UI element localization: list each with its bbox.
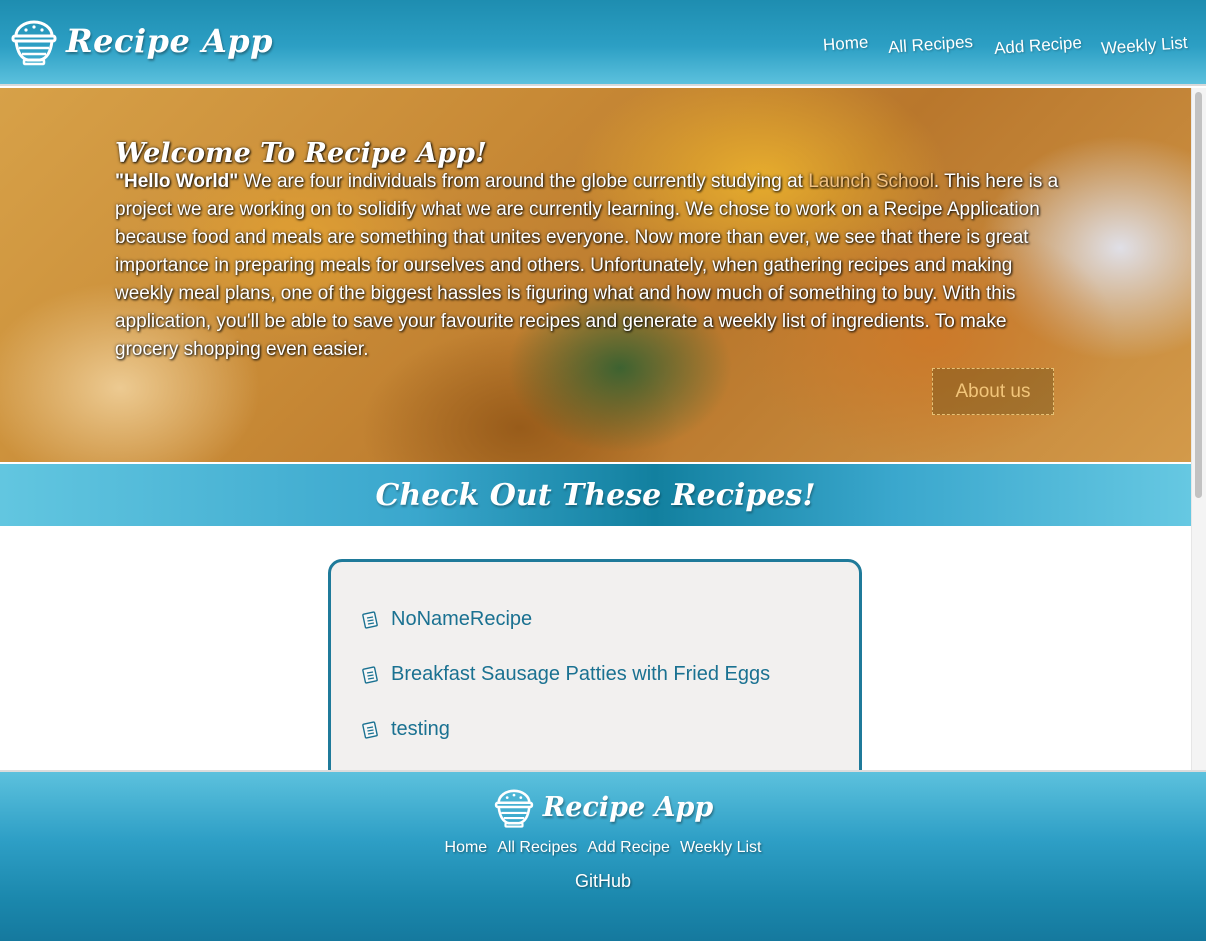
footer-nav-add-recipe[interactable]: Add Recipe xyxy=(587,839,670,857)
recipe-sheet-icon xyxy=(362,610,378,629)
list-item[interactable]: Breakfast Sausage Patties with Fried Egg… xyxy=(361,663,770,686)
list-item[interactable]: testing xyxy=(361,718,450,741)
nav-add-recipe[interactable]: Add Recipe xyxy=(993,33,1082,59)
nav-all-recipes[interactable]: All Recipes xyxy=(888,32,974,58)
recipe-link[interactable]: testing xyxy=(391,718,450,741)
section-title: Check Out These Recipes! xyxy=(375,477,816,513)
hero-body-text: . This here is a project we are working … xyxy=(115,171,1059,360)
github-link[interactable]: GitHub xyxy=(0,871,1206,892)
page-footer: Recipe App Home All Recipes Add Recipe W… xyxy=(0,770,1206,941)
recipe-list-card: NoNameRecipe Breakfast Sausage Patties w… xyxy=(328,559,862,789)
brand-name: Recipe App xyxy=(66,22,274,60)
hero-title: Welcome To Recipe App! xyxy=(115,138,487,169)
hero-greeting: "Hello World" xyxy=(115,171,239,192)
brand[interactable]: Recipe App xyxy=(10,14,273,68)
footer-brand-name: Recipe App xyxy=(542,791,714,823)
footer-nav-weekly-list[interactable]: Weekly List xyxy=(680,839,762,857)
footer-nav-all-recipes[interactable]: All Recipes xyxy=(497,839,577,857)
about-us-button[interactable]: About us xyxy=(932,368,1054,415)
section-banner: Check Out These Recipes! xyxy=(0,464,1191,526)
nav-home[interactable]: Home xyxy=(822,32,869,55)
recipe-sheet-icon xyxy=(362,665,378,684)
launch-school-link[interactable]: Launch School xyxy=(808,171,934,192)
recipe-link[interactable]: Breakfast Sausage Patties with Fried Egg… xyxy=(391,663,770,686)
rice-bowl-icon xyxy=(494,789,533,828)
hero-intro: We are four individuals from around the … xyxy=(238,171,809,192)
footer-nav-home[interactable]: Home xyxy=(445,839,488,857)
nav-weekly-list[interactable]: Weekly List xyxy=(1101,33,1189,59)
hero-paragraph: "Hello World" We are four individuals fr… xyxy=(115,168,1075,364)
rice-bowl-icon xyxy=(11,20,57,66)
scrollbar-thumb[interactable] xyxy=(1195,92,1202,498)
hero-banner: Welcome To Recipe App! "Hello World" We … xyxy=(0,88,1191,462)
footer-nav: Home All Recipes Add Recipe Weekly List xyxy=(0,839,1206,857)
top-header: Recipe App Home All Recipes Add Recipe W… xyxy=(0,0,1206,86)
recipe-link[interactable]: NoNameRecipe xyxy=(391,608,532,631)
footer-brand[interactable]: Recipe App xyxy=(0,784,1206,830)
main-nav: Home All Recipes Add Recipe Weekly List xyxy=(822,30,1189,59)
list-item[interactable]: NoNameRecipe xyxy=(361,608,532,631)
recipe-sheet-icon xyxy=(362,720,378,739)
hero-text: Welcome To Recipe App! "Hello World" We … xyxy=(115,138,1075,364)
